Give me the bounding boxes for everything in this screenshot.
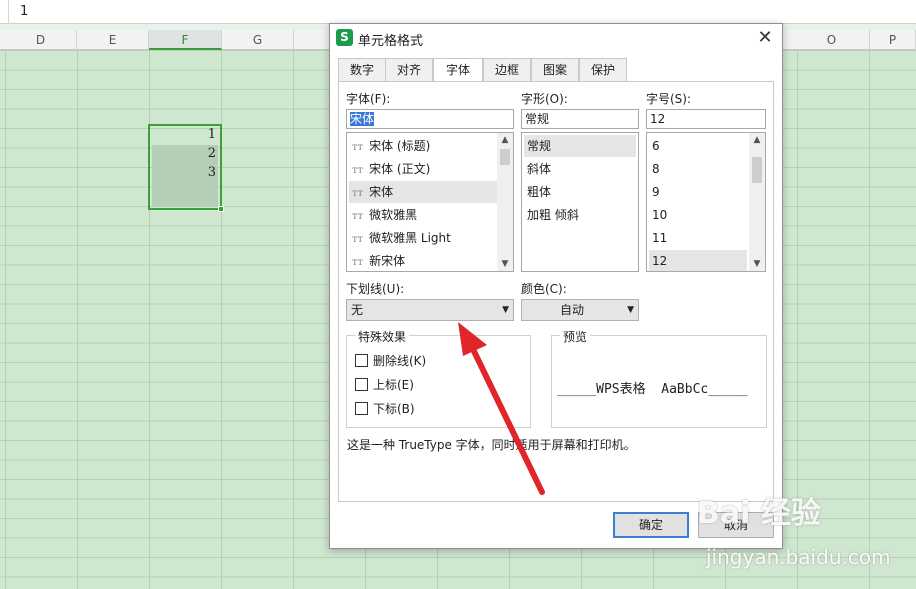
baidu-watermark: Bai 经验 [697, 496, 821, 531]
baidu-watermark-url: jingyan.baidu.com [706, 545, 891, 569]
